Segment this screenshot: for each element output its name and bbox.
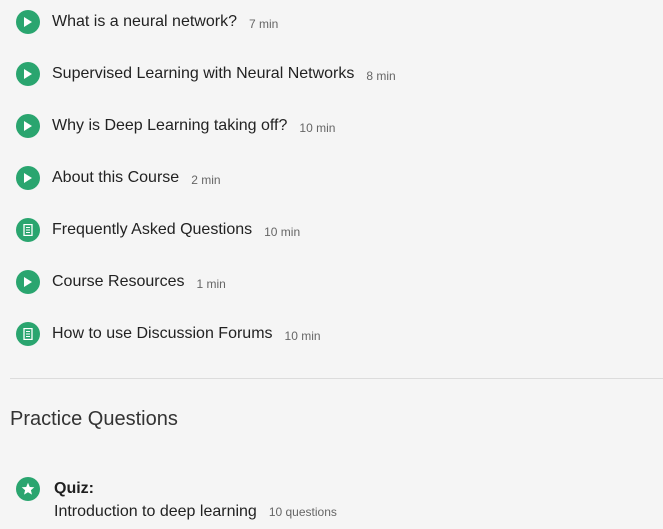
section-divider <box>10 378 663 379</box>
play-icon <box>16 270 40 294</box>
reading-icon <box>16 218 40 242</box>
play-icon <box>16 62 40 86</box>
lesson-duration: 10 min <box>284 329 321 343</box>
lesson-title: How to use Discussion Forums <box>52 325 273 342</box>
play-icon <box>16 10 40 34</box>
lesson-title: About this Course <box>52 169 180 186</box>
lesson-duration: 7 min <box>248 17 279 31</box>
quiz-label: Quiz: <box>54 480 94 497</box>
lesson-item[interactable]: About this Course 2 min <box>16 165 221 191</box>
quiz-text: Quiz: Introduction to deep learning 10 q… <box>54 477 337 523</box>
quiz-question-count: 10 questions <box>268 505 337 519</box>
lesson-duration: 2 min <box>191 173 221 187</box>
section-heading: Practice Questions <box>10 408 178 430</box>
lesson-title: Frequently Asked Questions <box>52 221 253 238</box>
lesson-title: Course Resources <box>52 273 185 290</box>
quiz-row: Introduction to deep learning 10 questio… <box>54 501 337 523</box>
play-icon <box>16 114 40 138</box>
lesson-duration: 1 min <box>196 277 226 291</box>
lesson-item[interactable]: Why is Deep Learning taking off? 10 min <box>16 113 335 139</box>
quiz-item[interactable]: Quiz: Introduction to deep learning 10 q… <box>16 477 337 523</box>
star-icon <box>16 477 40 501</box>
lesson-title: Why is Deep Learning taking off? <box>52 117 288 134</box>
lesson-duration: 8 min <box>366 69 396 83</box>
course-week-page: What is a neural network? 7 min Supervis… <box>0 0 663 529</box>
lesson-item[interactable]: Supervised Learning with Neural Networks… <box>16 61 396 87</box>
lesson-title: Supervised Learning with Neural Networks <box>52 65 355 82</box>
reading-icon <box>16 322 40 346</box>
lesson-title: What is a neural network? <box>52 13 237 30</box>
lesson-duration: 10 min <box>299 121 336 135</box>
quiz-title: Introduction to deep learning <box>54 503 257 520</box>
play-icon <box>16 166 40 190</box>
lesson-duration: 10 min <box>264 225 301 239</box>
lesson-item[interactable]: How to use Discussion Forums 10 min <box>16 321 321 347</box>
lesson-item[interactable]: Frequently Asked Questions 10 min <box>16 217 300 243</box>
lesson-item[interactable]: What is a neural network? 7 min <box>16 9 278 35</box>
lesson-item[interactable]: Course Resources 1 min <box>16 269 226 295</box>
